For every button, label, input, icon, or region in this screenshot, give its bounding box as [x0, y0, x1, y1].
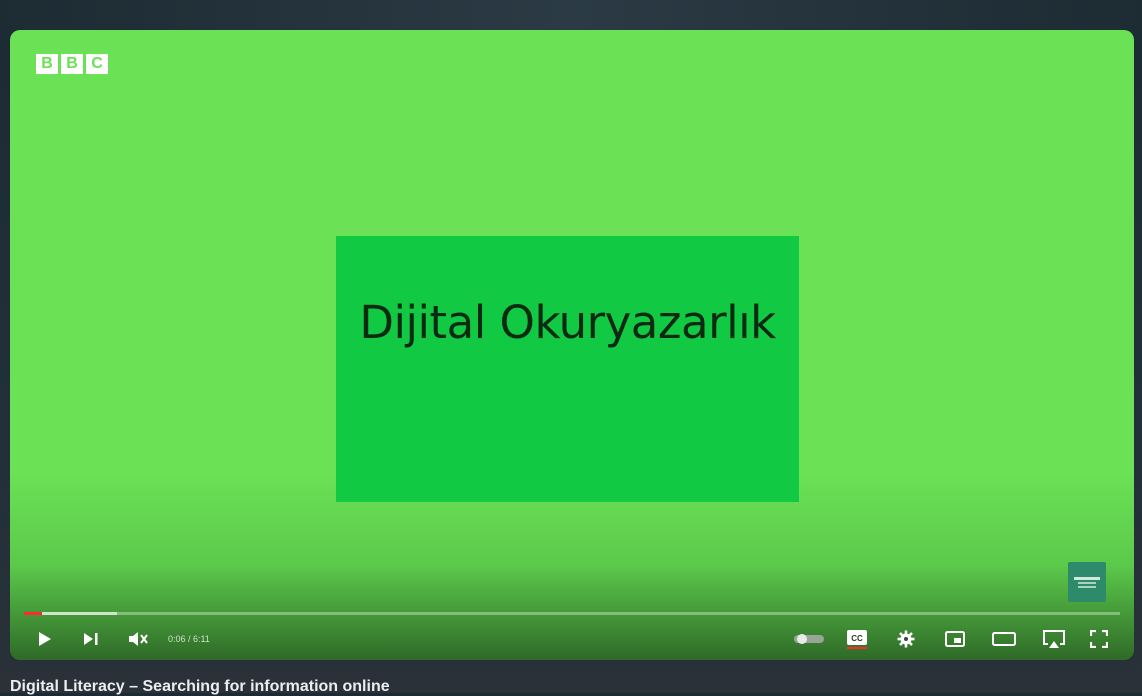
top-background-strip: [0, 0, 1142, 30]
video-title[interactable]: Digital Literacy – Searching for informa…: [10, 678, 390, 696]
progress-bar[interactable]: [24, 612, 1120, 615]
settings-gear-icon[interactable]: [894, 626, 918, 652]
slide-title-card: Dijital Okuryazarlık: [336, 236, 799, 502]
logo-letter-c: C: [86, 54, 108, 74]
fullscreen-icon[interactable]: [1086, 626, 1112, 652]
progress-played: [24, 612, 42, 615]
video-player[interactable]: B B C Dijital Okuryazarlık 0:06 / 6:11 C…: [10, 30, 1134, 660]
time-display: 0:06 / 6:11: [168, 634, 210, 644]
logo-letter-b2: B: [61, 54, 83, 74]
autoplay-toggle-icon[interactable]: [792, 626, 826, 652]
svg-text:CC: CC: [851, 634, 863, 643]
next-icon[interactable]: [80, 626, 102, 652]
subtitles-icon[interactable]: CC: [844, 626, 870, 652]
logo-letter-b1: B: [36, 54, 58, 74]
channel-watermark-icon[interactable]: [1068, 562, 1106, 602]
control-bar: 0:06 / 6:11 CC: [10, 622, 1134, 656]
theater-mode-icon[interactable]: [990, 626, 1018, 652]
volume-muted-icon[interactable]: [126, 626, 150, 652]
miniplayer-icon[interactable]: [942, 626, 968, 652]
play-icon[interactable]: [34, 626, 56, 652]
airplay-icon[interactable]: [1040, 626, 1068, 652]
bbc-logo: B B C: [36, 54, 108, 74]
slide-title: Dijital Okuryazarlık: [359, 296, 776, 349]
